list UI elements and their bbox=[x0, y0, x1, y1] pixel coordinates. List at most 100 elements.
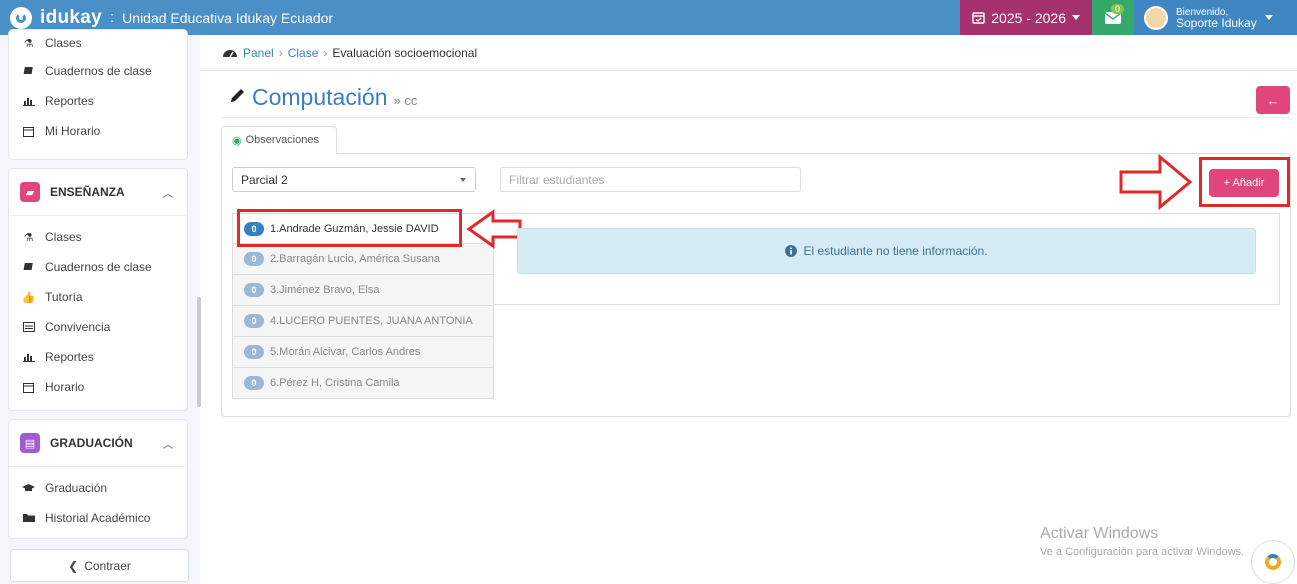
info-message: El estudiante no tiene información. bbox=[803, 244, 988, 258]
sidebar-item-label: Cuadernos de clase bbox=[45, 260, 152, 274]
sidebar-item-mi-horario[interactable]: Mi Horario bbox=[9, 116, 187, 146]
student-name: 6.Pérez H, Cristina Camila bbox=[270, 377, 400, 389]
sidebar-item-clases[interactable]: ⚗ Clases bbox=[9, 30, 187, 56]
sidebar-item-cuadernos[interactable]: Cuadernos de clase bbox=[9, 252, 187, 282]
thumbs-up-icon: 👍 bbox=[21, 291, 36, 304]
brand-name: idukay bbox=[40, 6, 102, 28]
bar-chart-icon bbox=[22, 96, 35, 107]
breadcrumb: Panel › Clase › Evaluación socioemociona… bbox=[200, 35, 1297, 71]
chevron-down-icon bbox=[1264, 15, 1273, 20]
book-icon bbox=[22, 66, 35, 77]
info-icon bbox=[785, 245, 798, 257]
brand-separator: : bbox=[110, 9, 115, 26]
user-menu[interactable]: Bienvenido, Soporte Idukay bbox=[1134, 0, 1297, 35]
caret-down-icon bbox=[460, 178, 466, 182]
student-item[interactable]: 0 4.LUCERO PUENTES, JUANA ANTONIA bbox=[232, 306, 494, 337]
messages-button[interactable]: 0 bbox=[1092, 0, 1134, 35]
flask-icon: ⚗ bbox=[23, 37, 34, 50]
dashboard-icon bbox=[223, 50, 237, 58]
sidebar-section-header[interactable]: ▰ ENSEÑANZA ︿ bbox=[9, 169, 187, 215]
observation-count-badge: 0 bbox=[244, 314, 264, 328]
top-navbar: idukay : Unidad Educativa Idukay Ecuador… bbox=[0, 0, 1297, 35]
page-title: Computación » cc bbox=[228, 84, 417, 111]
list-icon bbox=[22, 322, 35, 333]
student-item[interactable]: 0 6.Pérez H, Cristina Camila bbox=[232, 368, 494, 399]
sidebar-item-label: Tutoría bbox=[45, 290, 83, 304]
school-name: Unidad Educativa Idukay Ecuador bbox=[122, 9, 334, 26]
calendar-icon bbox=[22, 382, 35, 393]
sidebar-scrollbar[interactable] bbox=[197, 297, 201, 407]
chevron-left-icon: ❮ bbox=[68, 558, 79, 573]
sidebar-item-label: Reportes bbox=[45, 94, 94, 108]
collapse-label: Contraer bbox=[84, 558, 131, 573]
sidebar-section-header[interactable]: ▤ GRADUACIÓN ︿ bbox=[9, 420, 187, 466]
tab-observaciones[interactable]: ◉ Observaciones bbox=[221, 126, 337, 154]
bar-chart-icon bbox=[22, 352, 35, 363]
eye-icon: ◉ bbox=[232, 134, 242, 147]
class-name: Computación bbox=[252, 84, 388, 110]
student-item[interactable]: 0 2.Barragán Lucio, América Susana bbox=[232, 244, 494, 275]
sidebar: ⚗ Clases Cuadernos de clase Reportes Mi … bbox=[0, 29, 200, 584]
breadcrumb-clase-link[interactable]: Clase bbox=[288, 46, 319, 60]
sidebar-item-reportes[interactable]: Reportes bbox=[9, 86, 187, 116]
sidebar-item-horario[interactable]: Horario bbox=[9, 372, 187, 402]
graduation-cap-icon bbox=[22, 483, 35, 494]
sidebar-item-graduacion[interactable]: Graduación bbox=[9, 473, 187, 503]
arrow-left-icon: ← bbox=[1266, 92, 1280, 108]
highlight-box bbox=[1199, 157, 1290, 207]
period-value: Parcial 2 bbox=[241, 172, 288, 187]
idukay-logo-icon bbox=[10, 6, 32, 29]
collapse-sidebar-button[interactable]: ❮ Contraer bbox=[10, 549, 189, 582]
messages-count-badge: 0 bbox=[1110, 4, 1124, 14]
calendar-icon bbox=[22, 126, 35, 137]
school-year-selector[interactable]: 2025 - 2026 bbox=[960, 0, 1092, 35]
pencil-icon bbox=[231, 89, 244, 102]
student-name: 2.Barragán Lucio, América Susana bbox=[270, 253, 440, 265]
student-name: 3.Jiménez Bravo, Elsa bbox=[270, 284, 380, 296]
school-year-label: 2025 - 2026 bbox=[991, 9, 1066, 26]
chevron-up-icon: ︿ bbox=[163, 188, 173, 200]
sidebar-item-tutoria[interactable]: 👍 Tutoría bbox=[9, 282, 187, 312]
sidebar-item-historial[interactable]: Historial Académico bbox=[9, 503, 187, 533]
sidebar-item-reportes[interactable]: Reportes bbox=[9, 342, 187, 372]
idukay-logo-icon bbox=[1265, 554, 1281, 570]
book-icon bbox=[22, 262, 35, 273]
sidebar-item-label: Mi Horario bbox=[45, 124, 101, 138]
sidebar-section-graduacion: ▤ GRADUACIÓN ︿ Graduación Historial Acad… bbox=[8, 419, 188, 539]
sidebar-item-label: Graduación bbox=[45, 481, 108, 495]
sidebar-item-label: Historial Académico bbox=[45, 511, 151, 525]
chevron-down-icon bbox=[1072, 15, 1080, 20]
chevron-up-icon: ︿ bbox=[163, 439, 173, 451]
student-name: 5.Morán Alcivar, Carlos Andres bbox=[270, 346, 421, 358]
watermark-line1: Activar Windows bbox=[1040, 525, 1159, 542]
sidebar-item-label: Cuadernos de clase bbox=[45, 64, 152, 78]
back-button[interactable]: ← bbox=[1256, 86, 1290, 114]
sidebar-item-label: Horario bbox=[45, 380, 85, 394]
document-icon: ▤ bbox=[20, 433, 40, 453]
section-title: ENSEÑANZA bbox=[50, 185, 125, 199]
student-item[interactable]: 0 5.Morán Alcivar, Carlos Andres bbox=[232, 337, 494, 368]
breadcrumb-current: Evaluación socioemocional bbox=[332, 45, 478, 60]
sidebar-item-label: Convivencia bbox=[45, 320, 111, 334]
sidebar-card-general: ⚗ Clases Cuadernos de clase Reportes Mi … bbox=[8, 29, 188, 160]
sidebar-item-label: Clases bbox=[45, 230, 82, 244]
sidebar-section-ensenanza: ▰ ENSEÑANZA ︿ ⚗ Clases Cuadernos de clas… bbox=[8, 168, 188, 411]
folder-icon bbox=[22, 513, 35, 524]
user-name: Soporte Idukay bbox=[1176, 15, 1257, 30]
observation-count-badge: 0 bbox=[244, 283, 264, 297]
sidebar-item-convivencia[interactable]: Convivencia bbox=[9, 312, 187, 342]
help-chat-button[interactable] bbox=[1251, 540, 1295, 584]
student-item[interactable]: 0 3.Jiménez Bravo, Elsa bbox=[232, 275, 494, 306]
sidebar-item-cuadernos[interactable]: Cuadernos de clase bbox=[9, 56, 187, 86]
highlight-box bbox=[237, 209, 462, 247]
observation-count-badge: 0 bbox=[244, 252, 264, 266]
sidebar-item-clases[interactable]: ⚗ Clases bbox=[9, 222, 187, 252]
avatar bbox=[1144, 5, 1168, 30]
watermark-line2: Ve a Configuración para activar Windows. bbox=[1040, 546, 1245, 558]
filter-students-input[interactable] bbox=[500, 167, 801, 192]
divider bbox=[221, 117, 1291, 118]
annotation-arrow-right-icon bbox=[1119, 154, 1193, 210]
period-select[interactable]: Parcial 2 bbox=[232, 167, 476, 192]
observation-count-badge: 0 bbox=[244, 376, 264, 390]
breadcrumb-panel-link[interactable]: Panel bbox=[243, 46, 274, 60]
